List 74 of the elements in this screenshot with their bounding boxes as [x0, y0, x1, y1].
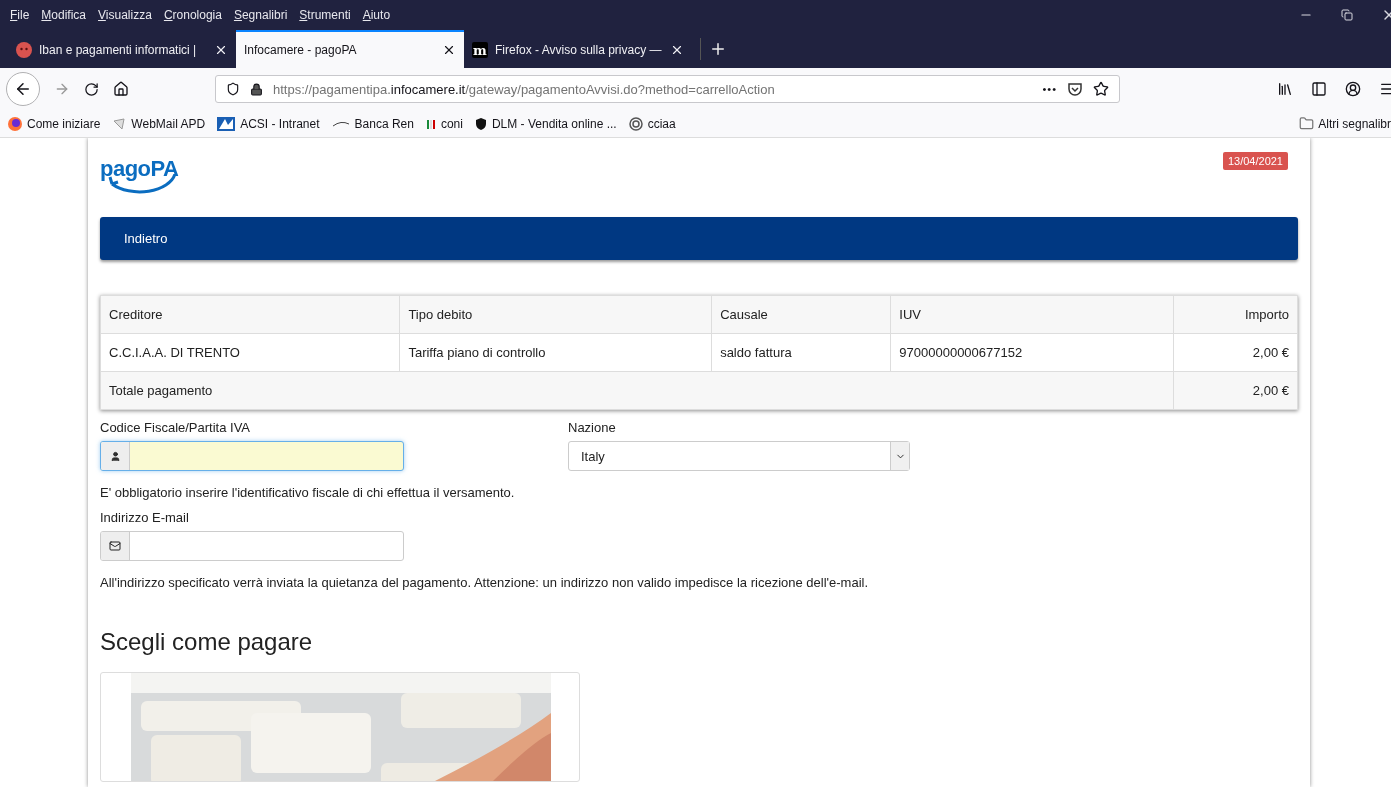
menu-item[interactable]: Modifica [35, 8, 93, 22]
menu-item[interactable]: Strumenti [293, 8, 357, 22]
shield-icon [474, 116, 487, 131]
url-text: https://pagamentipa.infocamere.it/gateway/pagamentoAvvisi.do?method=carrelloAction [273, 81, 776, 97]
table-cell: C.C.I.A.A. DI TRENTO [100, 333, 400, 372]
browser-tab[interactable]: m Firefox - Avviso sulla privacy — [464, 30, 692, 68]
forward-icon[interactable] [54, 81, 70, 97]
section-heading: Scegli come pagare [100, 628, 314, 656]
spiral-icon [628, 116, 643, 131]
close-tab-icon[interactable] [442, 43, 456, 57]
column-header: Creditore [100, 295, 400, 334]
date-badge: 13/04/2021 [1222, 152, 1288, 170]
total-amount: 2,00 € [1173, 371, 1298, 410]
close-tab-icon[interactable] [670, 43, 684, 57]
field-label: Nazione [568, 420, 617, 435]
home-icon[interactable] [113, 81, 129, 97]
angry-face-icon [16, 42, 32, 58]
other-bookmarks[interactable]: Altri segnalibr [1299, 116, 1391, 131]
bookmark[interactable]: DLM - Vendita online ... [474, 116, 617, 131]
total-label: Totale pagamento [100, 371, 1174, 410]
pocket-icon[interactable] [1067, 81, 1083, 97]
bookmark[interactable]: coni [425, 116, 463, 131]
firefox-icon [8, 116, 22, 131]
menu-item[interactable]: Visualizza [92, 8, 158, 22]
menu-item[interactable]: File [4, 8, 36, 22]
more-actions[interactable]: ••• [1042, 83, 1057, 95]
fiscal-code-field[interactable] [100, 441, 404, 471]
table-cell: 2,00 € [1173, 333, 1298, 372]
column-header: Tipo debito [399, 295, 712, 334]
menu-item[interactable]: Aiuto [356, 8, 397, 22]
reload-icon[interactable] [84, 81, 99, 97]
back-link[interactable]: Indietro [124, 231, 168, 246]
email-field[interactable] [100, 531, 404, 561]
folder-icon [1299, 116, 1315, 131]
bookmark[interactable]: Come iniziare [8, 116, 101, 131]
table-cell: saldo fattura [711, 333, 891, 372]
browser-tab[interactable]: Infocamere - pagoPA [236, 30, 464, 68]
menu-icon[interactable] [1379, 81, 1391, 97]
nation-select[interactable]: Italy [568, 441, 910, 471]
pagopa-logo: pagoPA [100, 158, 179, 180]
help-text: E' obbligatorio inserire l'identificativo fiscale di chi effettua il versamento. [100, 485, 516, 500]
library-icon[interactable] [1277, 81, 1293, 97]
column-header: Causale [711, 295, 891, 334]
menu-item[interactable]: Segnalibri [227, 8, 294, 22]
acsi-logo-icon [217, 116, 236, 131]
sidebar-icon[interactable] [1311, 81, 1327, 97]
table-cell: 97000000000677152 [890, 333, 1174, 372]
help-text: All'indirizzo specificato verrà inviata la quietanza del pagamento. Attenzione: un indirizzo non valido impedisce la ricezione dell'e-mail. [100, 575, 870, 590]
menu-item[interactable]: Cronologia [157, 8, 228, 22]
lock-icon [250, 82, 263, 96]
tab-title: Infocamere - pagoPA [244, 43, 358, 57]
account-icon[interactable] [1345, 81, 1361, 97]
bookmark[interactable]: cciaa [628, 116, 676, 131]
back-button[interactable] [6, 72, 40, 106]
user-icon [109, 450, 121, 462]
close-tab-icon[interactable] [214, 43, 228, 57]
star-icon[interactable] [1093, 81, 1109, 97]
wave-icon [331, 119, 350, 128]
shield-icon [226, 82, 240, 96]
column-header: IUV [890, 295, 1174, 334]
table-cell: Tariffa piano di controllo [399, 333, 712, 372]
new-tab-icon[interactable] [709, 40, 727, 58]
tab-favicon: m [472, 42, 488, 58]
field-label: Indirizzo E-mail [100, 510, 190, 525]
address-bar[interactable]: https://pagamentipa.infocamere.it/gateway/pagamentoAvvisi.do?method=carrelloAction ••• [215, 75, 1120, 103]
tab-title: Iban e pagamenti informatici | [39, 43, 198, 57]
tab-title: Firefox - Avviso sulla privacy — [495, 43, 663, 57]
column-header: Importo [1173, 295, 1298, 334]
restore-icon[interactable] [1341, 9, 1353, 21]
bookmark[interactable]: Banca Ren [331, 116, 414, 131]
field-label: Codice Fiscale/Partita IVA [100, 420, 252, 435]
browser-tab[interactable]: Iban e pagamenti informatici | [8, 30, 236, 68]
bookmark[interactable]: ACSI - Intranet [217, 116, 320, 131]
bookmark[interactable]: WebMail APD [112, 116, 206, 131]
